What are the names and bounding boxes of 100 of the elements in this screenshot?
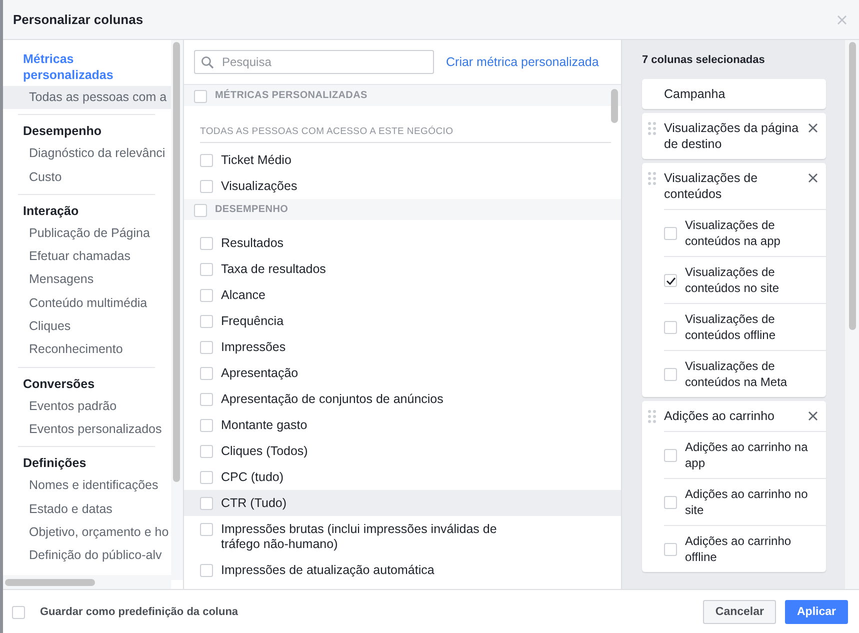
apply-button[interactable]: Aplicar bbox=[785, 600, 848, 624]
checkbox[interactable] bbox=[200, 564, 213, 577]
column-name: Adições ao carrinho bbox=[664, 408, 776, 424]
option-label: Adições ao carrinho na app bbox=[685, 439, 809, 471]
scrollbar-thumb[interactable] bbox=[173, 42, 180, 482]
sidebar-item[interactable]: Custo bbox=[3, 166, 173, 189]
checkbox[interactable] bbox=[200, 341, 213, 354]
close-icon[interactable] bbox=[808, 173, 818, 183]
drag-handle-icon[interactable] bbox=[648, 122, 656, 135]
metric-label: Taxa de resultados bbox=[221, 262, 327, 277]
drag-handle-icon[interactable] bbox=[648, 410, 656, 423]
subsection-heading: TODAS AS PESSOAS COM ACESSO A ESTE NEGÓCIO bbox=[200, 126, 611, 143]
section-title: DESEMPENHO bbox=[215, 204, 288, 215]
column-card[interactable]: Adições ao carrinho Adições ao carrinho na app Adições ao carrinho no site Adições ao carrinho offline bbox=[642, 401, 826, 572]
checkbox[interactable] bbox=[200, 315, 213, 328]
column-name: Campanha bbox=[664, 86, 726, 102]
metric-label: Impressões de atualização automática bbox=[221, 563, 436, 578]
checkbox[interactable] bbox=[664, 449, 677, 462]
sidebar-item[interactable]: Objetivo, orçamento e ho bbox=[3, 520, 173, 544]
sidebar-item[interactable]: Todas as pessoas com a bbox=[3, 86, 173, 110]
metric-label: Visualizações bbox=[221, 179, 298, 194]
metric-row[interactable]: CPC (tudo) bbox=[184, 464, 621, 490]
metric-row[interactable]: Montante gasto bbox=[184, 412, 621, 438]
sidebar-item[interactable]: Efetuar chamadas bbox=[3, 245, 173, 268]
metric-row[interactable]: Resultados bbox=[184, 230, 621, 256]
checkbox[interactable] bbox=[194, 204, 207, 216]
checkbox[interactable] bbox=[664, 543, 677, 556]
metric-row[interactable]: Apresentação de conjuntos de anúncios bbox=[184, 386, 621, 412]
metric-row[interactable]: CTR (Tudo) bbox=[184, 490, 621, 516]
checkbox[interactable] bbox=[200, 154, 213, 167]
drag-handle-icon[interactable] bbox=[648, 172, 656, 185]
metric-row[interactable]: Impressões brutas (inclui impressões inválidas de tráfego não-humano) bbox=[184, 516, 621, 557]
checkbox[interactable] bbox=[200, 180, 213, 193]
column-name: Visualizações de conteúdos bbox=[664, 170, 759, 202]
scrollbar-thumb[interactable] bbox=[849, 42, 856, 330]
checkbox[interactable] bbox=[664, 368, 677, 381]
checkbox[interactable] bbox=[664, 496, 677, 509]
checkbox[interactable] bbox=[12, 606, 25, 618]
scrollbar-thumb[interactable] bbox=[611, 89, 618, 123]
checkbox[interactable] bbox=[200, 497, 213, 510]
metric-row[interactable]: Impressões de atualização automática bbox=[184, 557, 621, 583]
sidebar-item[interactable]: Publicação de Página bbox=[3, 222, 173, 246]
option-label: Visualizações de conteúdos na Meta bbox=[685, 358, 788, 390]
sidebar-item[interactable]: Diagnóstico da relevânci bbox=[3, 142, 173, 166]
scrollbar-thumb[interactable] bbox=[5, 579, 95, 586]
sidebar-category[interactable]: Definições bbox=[3, 452, 173, 474]
cancel-button[interactable]: Cancelar bbox=[703, 600, 776, 624]
column-card[interactable]: Visualizações de conteúdos Visualizações de conteúdos na app Visualizações de conteúdos no site Visualizações de conteúdos offline Visualizações de conteúdos na Meta bbox=[642, 163, 826, 397]
metric-row[interactable]: Ticket Médio bbox=[184, 147, 621, 173]
checkbox[interactable] bbox=[200, 367, 213, 380]
sidebar-category[interactable]: Conversões bbox=[3, 372, 173, 395]
sidebar-item[interactable]: Conteúdo multimédia bbox=[3, 292, 173, 316]
checkbox[interactable] bbox=[200, 471, 213, 484]
metric-row[interactable]: Alcance bbox=[184, 282, 621, 308]
column-card[interactable]: Campanha bbox=[642, 79, 826, 109]
sidebar-item[interactable]: Eventos padrão bbox=[3, 394, 173, 418]
checkbox[interactable] bbox=[664, 321, 677, 334]
create-metric-link[interactable]: Criar métrica personalizada bbox=[446, 55, 599, 69]
save-default-label: Guardar como predefinição da coluna bbox=[40, 606, 238, 618]
section-title: MÉTRICAS PERSONALIZADAS bbox=[215, 90, 368, 101]
close-icon[interactable] bbox=[808, 123, 818, 133]
close-icon[interactable] bbox=[808, 411, 818, 421]
metric-row[interactable]: Impressões bbox=[184, 334, 621, 360]
option-label: Visualizações de conteúdos na app bbox=[685, 217, 782, 249]
checkbox[interactable] bbox=[200, 393, 213, 406]
sidebar-item[interactable]: Nomes e identificações bbox=[3, 474, 173, 498]
option-label: Adições ao carrinho no site bbox=[685, 486, 809, 518]
metric-label: Ticket Médio bbox=[221, 153, 292, 168]
search-field[interactable]: Pesquisa bbox=[194, 50, 434, 74]
metric-row[interactable]: Cliques (Todos) bbox=[184, 438, 621, 464]
metric-label: Alcance bbox=[221, 288, 266, 303]
checkbox[interactable] bbox=[200, 445, 213, 458]
sidebar-item[interactable]: Eventos personalizados bbox=[3, 418, 173, 442]
selected-count: 7 colunas selecionadas bbox=[642, 54, 766, 66]
metric-row[interactable]: Frequência bbox=[184, 308, 621, 334]
checkbox[interactable] bbox=[664, 227, 677, 240]
sidebar-item[interactable]: Cliques bbox=[3, 315, 173, 338]
sidebar-item[interactable]: Definição do público-alv bbox=[3, 544, 173, 568]
checkbox[interactable] bbox=[200, 237, 213, 250]
sidebar-category[interactable]: Desempenho bbox=[3, 120, 173, 142]
metric-label: Frequência bbox=[221, 314, 285, 329]
column-name: Visualizações da página de destino bbox=[664, 120, 800, 152]
sidebar-item[interactable]: Mensagens bbox=[3, 268, 173, 292]
sidebar-item[interactable]: Estado e datas bbox=[3, 498, 173, 521]
checkbox[interactable] bbox=[200, 263, 213, 276]
metric-row[interactable]: Visualizações bbox=[184, 173, 621, 199]
checkbox[interactable] bbox=[200, 289, 213, 302]
sidebar-item[interactable]: Reconhecimento bbox=[3, 338, 173, 362]
checkbox[interactable] bbox=[200, 523, 213, 536]
metric-label: Resultados bbox=[221, 236, 285, 251]
metric-label: Montante gasto bbox=[221, 418, 308, 433]
metric-row[interactable]: Apresentação bbox=[184, 360, 621, 386]
sidebar-category[interactable]: Interação bbox=[3, 200, 173, 222]
checkbox[interactable] bbox=[194, 90, 207, 102]
search-icon bbox=[201, 56, 214, 69]
checkbox[interactable] bbox=[664, 274, 677, 287]
metric-label: Cliques (Todos) bbox=[221, 444, 309, 459]
column-card[interactable]: Visualizações da página de destino bbox=[642, 113, 826, 159]
checkbox[interactable] bbox=[200, 419, 213, 432]
metric-row[interactable]: Taxa de resultados bbox=[184, 256, 621, 282]
